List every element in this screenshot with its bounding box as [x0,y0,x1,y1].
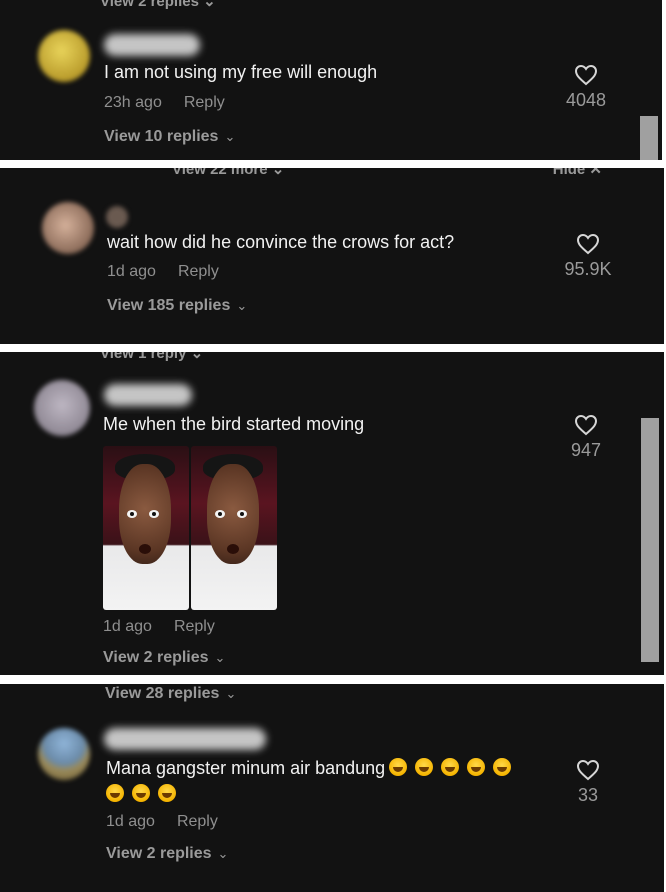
scrollbar-thumb[interactable] [641,418,659,662]
small-avatar-badge [106,206,128,228]
comment-meta: 23h ago Reply [104,94,225,112]
reply-button[interactable]: Reply [177,813,218,830]
comment-text-emoji-line [98,784,176,805]
comment-time: 1d ago [103,618,152,635]
laughing-emoji-icon [467,758,486,776]
like-block: 33 [553,759,623,806]
laughing-emoji-icon [415,758,434,776]
like-block: 947 [551,414,621,461]
avatar[interactable] [34,380,90,436]
laughing-emoji-icon [493,758,512,776]
hide-cut[interactable]: Hide ✕ [553,168,602,178]
avatar[interactable] [42,202,94,254]
username-blurred[interactable] [104,34,200,56]
avatar[interactable] [38,728,90,780]
chevron-down-icon: ⌄ [225,686,237,701]
username-blurred[interactable] [104,728,266,750]
reply-button[interactable]: Reply [174,618,215,635]
comment-panel-4: View 28 replies ⌄ Mana gangster minum air… [0,684,664,892]
view-replies-cut[interactable]: View 2 replies ⌄ [100,0,216,10]
laughing-emoji-icon [441,758,460,776]
view-replies-button[interactable]: View 185 replies ⌄ [107,297,247,315]
laughing-emoji-icon [132,784,150,802]
comment-time: 1d ago [106,813,155,830]
view-reply-cut[interactable]: View 1 reply ⌄ [100,352,203,362]
view-replies-button[interactable]: View 2 replies ⌄ [103,649,225,667]
chevron-down-icon: ⌄ [236,298,248,313]
laughing-emoji-icon [106,784,124,802]
reply-button[interactable]: Reply [184,94,225,111]
heart-outline-icon[interactable] [574,414,598,436]
view-replies-button[interactable]: View 10 replies ⌄ [104,128,235,146]
laughing-emoji-icon [158,784,176,802]
comment-meta: 1d ago Reply [103,618,215,636]
comment-meta: 1d ago Reply [107,263,219,281]
view-replies-top[interactable]: View 28 replies ⌄ [105,685,236,703]
laughing-emoji-icon [389,758,408,776]
heart-outline-icon[interactable] [576,233,600,255]
comment-panel-3: View 1 reply ⌄ Me when the bird started … [0,352,664,675]
comment-text: wait how did he convince the crows for a… [107,232,455,252]
scrollbar-thumb[interactable] [640,116,658,160]
comment-panel-2: View 22 more ⌄ Hide ✕ wait how did he co… [0,168,664,344]
like-count: 95.9K [564,259,612,279]
chevron-down-icon: ⌄ [214,650,226,665]
like-count: 947 [570,440,602,460]
comment-panel-1: View 2 replies ⌄ I am not using my free … [0,0,662,160]
chevron-down-icon: ⌄ [217,846,229,861]
comment-time: 23h ago [104,94,162,111]
comment-text: Me when the bird started moving [103,414,365,434]
comment-meta: 1d ago Reply [106,813,218,831]
like-block: 95.9K [553,233,623,280]
view-more-cut[interactable]: View 22 more ⌄ [172,168,284,178]
comment-image-left[interactable] [103,446,189,610]
username-blurred[interactable] [104,384,192,406]
chevron-down-icon: ⌄ [224,129,236,144]
like-count: 33 [577,785,599,805]
like-block: 4048 [551,64,621,111]
comment-image-right[interactable] [191,446,277,610]
comment-text: Mana gangster minum air bandung [106,758,512,779]
heart-outline-icon[interactable] [576,759,600,781]
comment-text: I am not using my free will enough [104,62,378,82]
heart-outline-icon[interactable] [574,64,598,86]
comment-time: 1d ago [107,263,156,280]
avatar[interactable] [38,30,90,82]
reply-button[interactable]: Reply [178,263,219,280]
like-count: 4048 [565,90,607,110]
view-replies-button[interactable]: View 2 replies ⌄ [106,845,228,863]
